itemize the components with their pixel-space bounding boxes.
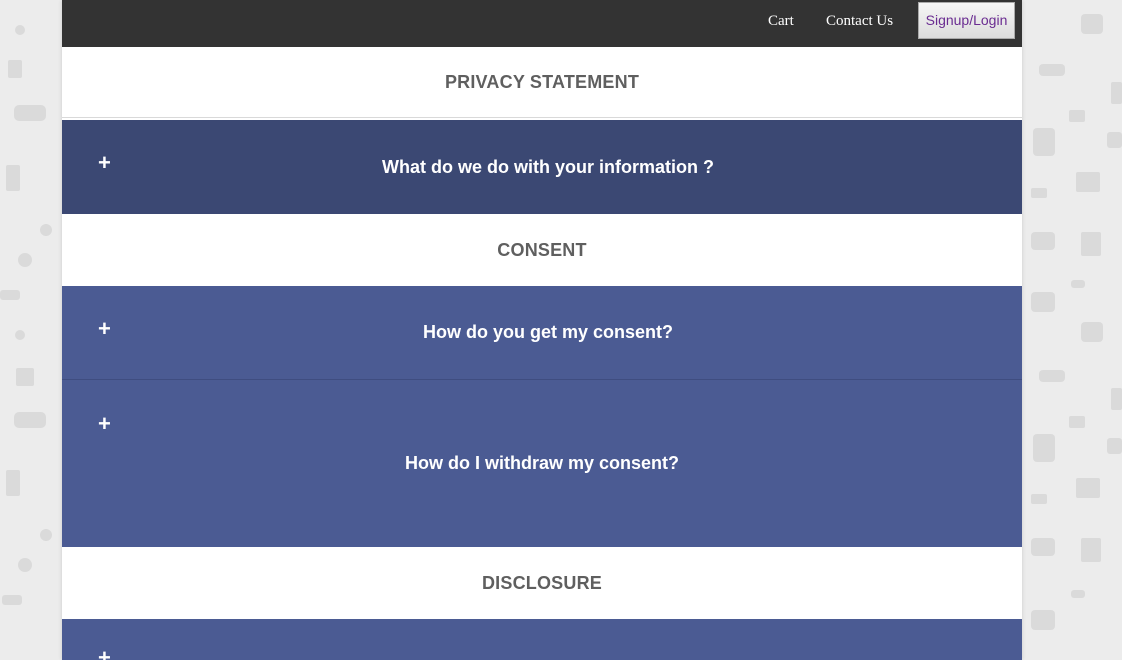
accordion-title: What do we do with your information ? [382,157,714,177]
accordion-get-consent[interactable]: + How do you get my consent? [62,286,1022,380]
plus-icon[interactable]: + [98,647,111,660]
background-pattern-left [0,0,62,660]
accordion-withdraw-consent[interactable]: + How do I withdraw my consent? [62,380,1022,547]
background-pattern-right [1021,0,1122,660]
car-icons-pattern [1031,14,1122,630]
accordion-disclosure-item[interactable]: + [62,619,1022,660]
accordion-title: How do I withdraw my consent? [404,453,680,473]
consent-heading: CONSENT [62,214,1022,286]
accordion-title: How do you get my consent? [422,322,673,342]
disclosure-heading: DISCLOSURE [62,547,1022,619]
top-navigation-bar: Cart Contact Us Signup/Login [62,0,1022,47]
cart-link[interactable]: Cart [768,12,794,30]
plus-icon[interactable]: + [98,413,111,435]
page-container: Cart Contact Us Signup/Login PRIVACY STA… [62,0,1022,660]
car-icons-pattern [0,25,52,605]
accordion-information-usage[interactable]: + What do we do with your information ? [62,120,1022,214]
signup-login-button[interactable]: Signup/Login [918,2,1015,39]
contact-us-link[interactable]: Contact Us [826,12,893,30]
privacy-statement-heading: PRIVACY STATEMENT [62,47,1022,117]
